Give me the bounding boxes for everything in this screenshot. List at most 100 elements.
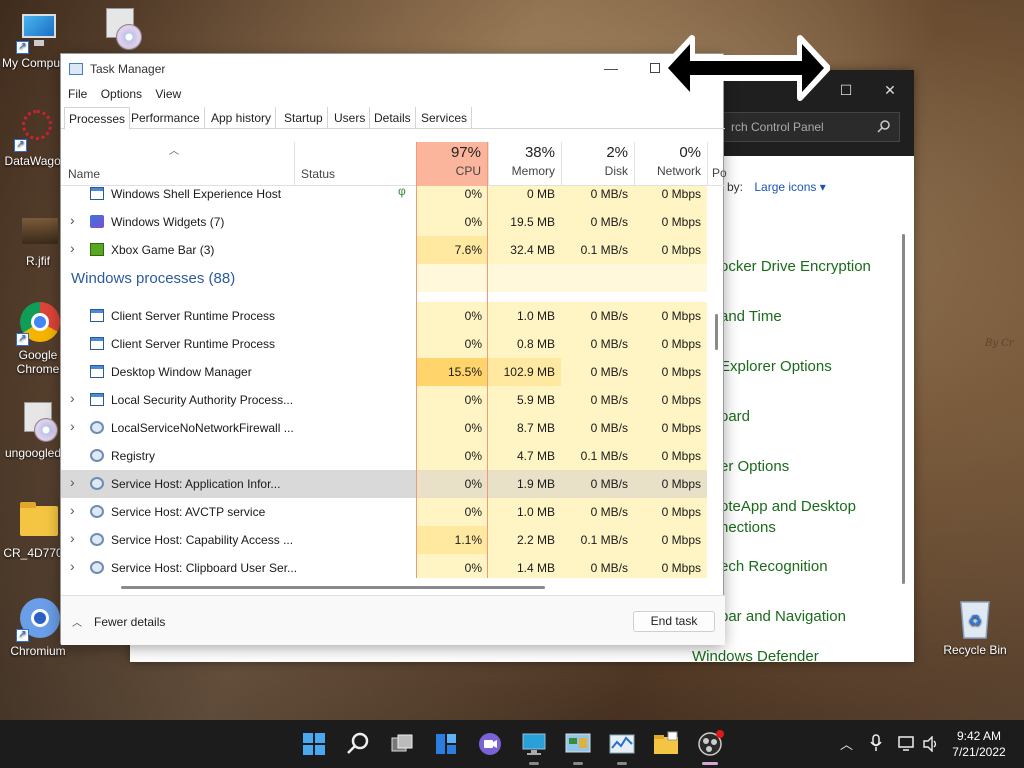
chevron-right-icon[interactable]: › — [70, 530, 75, 546]
taskbar-app-obs[interactable] — [694, 728, 726, 765]
taskbar-app-remote-desktop[interactable] — [518, 728, 550, 765]
power-label: Po — [712, 166, 727, 180]
disk-cell: 0 MB/s — [561, 554, 634, 578]
cp-item-power-options[interactable]: er Options — [720, 458, 789, 475]
minimize-button[interactable]: — — [601, 56, 621, 80]
disk-cell: 0 MB/s — [561, 414, 634, 442]
chevron-right-icon[interactable]: › — [70, 240, 75, 256]
process-row[interactable]: › Service Host: Application Infor... 0% 1.9… — [61, 470, 707, 498]
chevron-right-icon[interactable]: › — [70, 418, 75, 434]
process-name: Windows Shell Experience Host — [111, 187, 282, 201]
cp-item-remoteapp[interactable]: oteApp and Desktop — [720, 498, 856, 515]
process-row[interactable]: › Xbox Game Bar (3) 7.6% 32.4 MB 0.1 MB/s 0 M… — [61, 236, 707, 264]
cpu-cell: 0% — [416, 386, 488, 414]
maximize-button[interactable] — [650, 63, 660, 73]
chevron-right-icon[interactable]: › — [70, 390, 75, 406]
cp-item-date-time[interactable]: and Time — [720, 308, 782, 325]
process-name: Windows Widgets (7) — [111, 215, 225, 229]
menu-options[interactable]: Options — [94, 85, 142, 101]
taskbar-app-file-explorer[interactable] — [650, 728, 682, 760]
cpu-cell: 0% — [416, 470, 488, 498]
tab-performance[interactable]: Performance — [127, 107, 205, 129]
tab-users[interactable]: Users — [330, 107, 371, 129]
cp-item-file-explorer-options[interactable]: Explorer Options — [720, 358, 832, 375]
microphone-icon[interactable] — [870, 734, 882, 752]
process-row[interactable]: › Service Host: AVCTP service 0% 1.0 MB 0 MB… — [61, 498, 707, 526]
group-header[interactable]: Windows processes (88) — [61, 264, 707, 292]
process-row[interactable]: Registry 0% 4.7 MB 0.1 MB/s 0 Mbps — [61, 442, 707, 470]
control-panel-icon — [565, 733, 591, 753]
tab-startup[interactable]: Startup — [280, 107, 328, 129]
search-icon[interactable] — [877, 119, 891, 133]
tab-services[interactable]: Services — [417, 107, 473, 129]
cp-item-keyboard[interactable]: oard — [720, 408, 750, 425]
process-row[interactable]: › LocalServiceNoNetworkFirewall ... 0% 8.7 … — [61, 414, 707, 442]
tab-app-history[interactable]: App history — [207, 107, 277, 129]
network-icon[interactable] — [898, 736, 916, 752]
fewer-details-button[interactable]: ︿ Fewer details — [72, 614, 165, 629]
menu-view[interactable]: View — [148, 85, 181, 101]
column-header-cpu[interactable]: 97% CPU — [416, 142, 488, 186]
process-name: Local Security Authority Process... — [111, 393, 294, 407]
process-row[interactable]: Desktop Window Manager 15.5% 102.9 MB 0 MB/… — [61, 358, 707, 386]
cp-item-windows-defender[interactable]: Windows Defender — [692, 648, 819, 665]
column-header-name[interactable]: Name — [68, 167, 100, 181]
column-header-disk[interactable]: 2% Disk — [561, 142, 634, 186]
task-manager-icon — [609, 734, 635, 754]
task-view-button[interactable] — [386, 728, 418, 760]
task-view-icon — [391, 734, 413, 752]
mem-cell: 1.9 MB — [488, 470, 561, 498]
clock-date: 7/21/2022 — [952, 745, 1006, 759]
control-panel-search-input[interactable]: rch Control Panel — [722, 112, 900, 142]
chevron-up-icon[interactable]: ︿ — [840, 734, 853, 753]
monitor-icon: ↗ — [16, 10, 60, 54]
cp-item-speech-recognition[interactable]: ech Recognition — [720, 558, 828, 575]
chevron-right-icon[interactable]: › — [70, 212, 75, 228]
chat-button[interactable] — [474, 728, 506, 760]
desktop-icon-recycle-bin[interactable]: ♻ Recycle Bin — [940, 596, 1010, 657]
cp-item-taskbar-navigation[interactable]: bar and Navigation — [720, 608, 846, 625]
chevron-right-icon[interactable]: › — [70, 502, 75, 518]
process-row[interactable]: Client Server Runtime Process 0% 1.0 MB 0 M… — [61, 302, 707, 330]
process-row[interactable]: › Service Host: Clipboard User Ser... 0% 1.… — [61, 554, 707, 578]
process-row[interactable]: › Windows Widgets (7) 0% 19.5 MB 0 MB/s 0 Mbp… — [61, 208, 707, 236]
control-panel-scrollbar[interactable] — [902, 234, 905, 584]
folder-icon — [16, 500, 60, 544]
tab-details[interactable]: Details — [370, 107, 416, 129]
start-button[interactable] — [298, 728, 330, 760]
menu-file[interactable]: File — [61, 85, 87, 101]
end-task-button[interactable]: End task — [633, 611, 715, 632]
vertical-scrollbar[interactable] — [715, 314, 718, 350]
task-manager-window[interactable]: Task Manager — File Options View Process… — [60, 53, 727, 645]
taskbar-app-control-panel[interactable] — [562, 728, 594, 765]
maximize-button[interactable]: ☐ — [826, 76, 866, 104]
chevron-right-icon[interactable]: › — [70, 558, 75, 574]
column-header-status[interactable]: Status — [294, 142, 416, 186]
group-cell — [634, 264, 707, 292]
view-by-dropdown[interactable]: Large icons ▾ — [754, 180, 825, 194]
process-row[interactable]: Client Server Runtime Process 0% 0.8 MB 0 M… — [61, 330, 707, 358]
close-button[interactable]: ✕ — [870, 76, 910, 104]
column-header-network[interactable]: 0% Network — [634, 142, 707, 186]
horizontal-scrollbar[interactable] — [121, 586, 545, 589]
taskbar-app-task-manager[interactable] — [606, 728, 638, 765]
process-row[interactable]: › Local Security Authority Process... 0% 5.… — [61, 386, 707, 414]
net-cell: 0 Mbps — [634, 554, 707, 578]
search-button[interactable] — [342, 728, 374, 760]
process-row[interactable]: Windows Shell Experience Host φ 0% 0 MB 0 MB… — [61, 186, 707, 208]
chevron-right-icon[interactable]: › — [70, 474, 75, 490]
process-row[interactable]: › Service Host: Capability Access ... 1.1%… — [61, 526, 707, 554]
group-cell — [488, 264, 561, 292]
tab-processes[interactable]: Processes — [64, 107, 131, 130]
widgets-button[interactable] — [430, 728, 462, 760]
volume-icon[interactable] — [922, 736, 940, 752]
column-header-memory[interactable]: 38% Memory — [488, 142, 561, 186]
column-header-power[interactable]: Po — [707, 142, 727, 186]
window-icon — [90, 309, 104, 322]
clock[interactable]: 9:42 AM 7/21/2022 — [944, 728, 1014, 760]
cp-item-bitlocker[interactable]: ocker Drive Encryption — [720, 258, 871, 275]
gear-icon — [90, 561, 104, 574]
task-manager-titlebar[interactable]: Task Manager — — [61, 54, 723, 84]
cp-item-remoteapp-cont[interactable]: nections — [720, 519, 776, 536]
desktop-icon-installer[interactable] — [84, 6, 156, 52]
